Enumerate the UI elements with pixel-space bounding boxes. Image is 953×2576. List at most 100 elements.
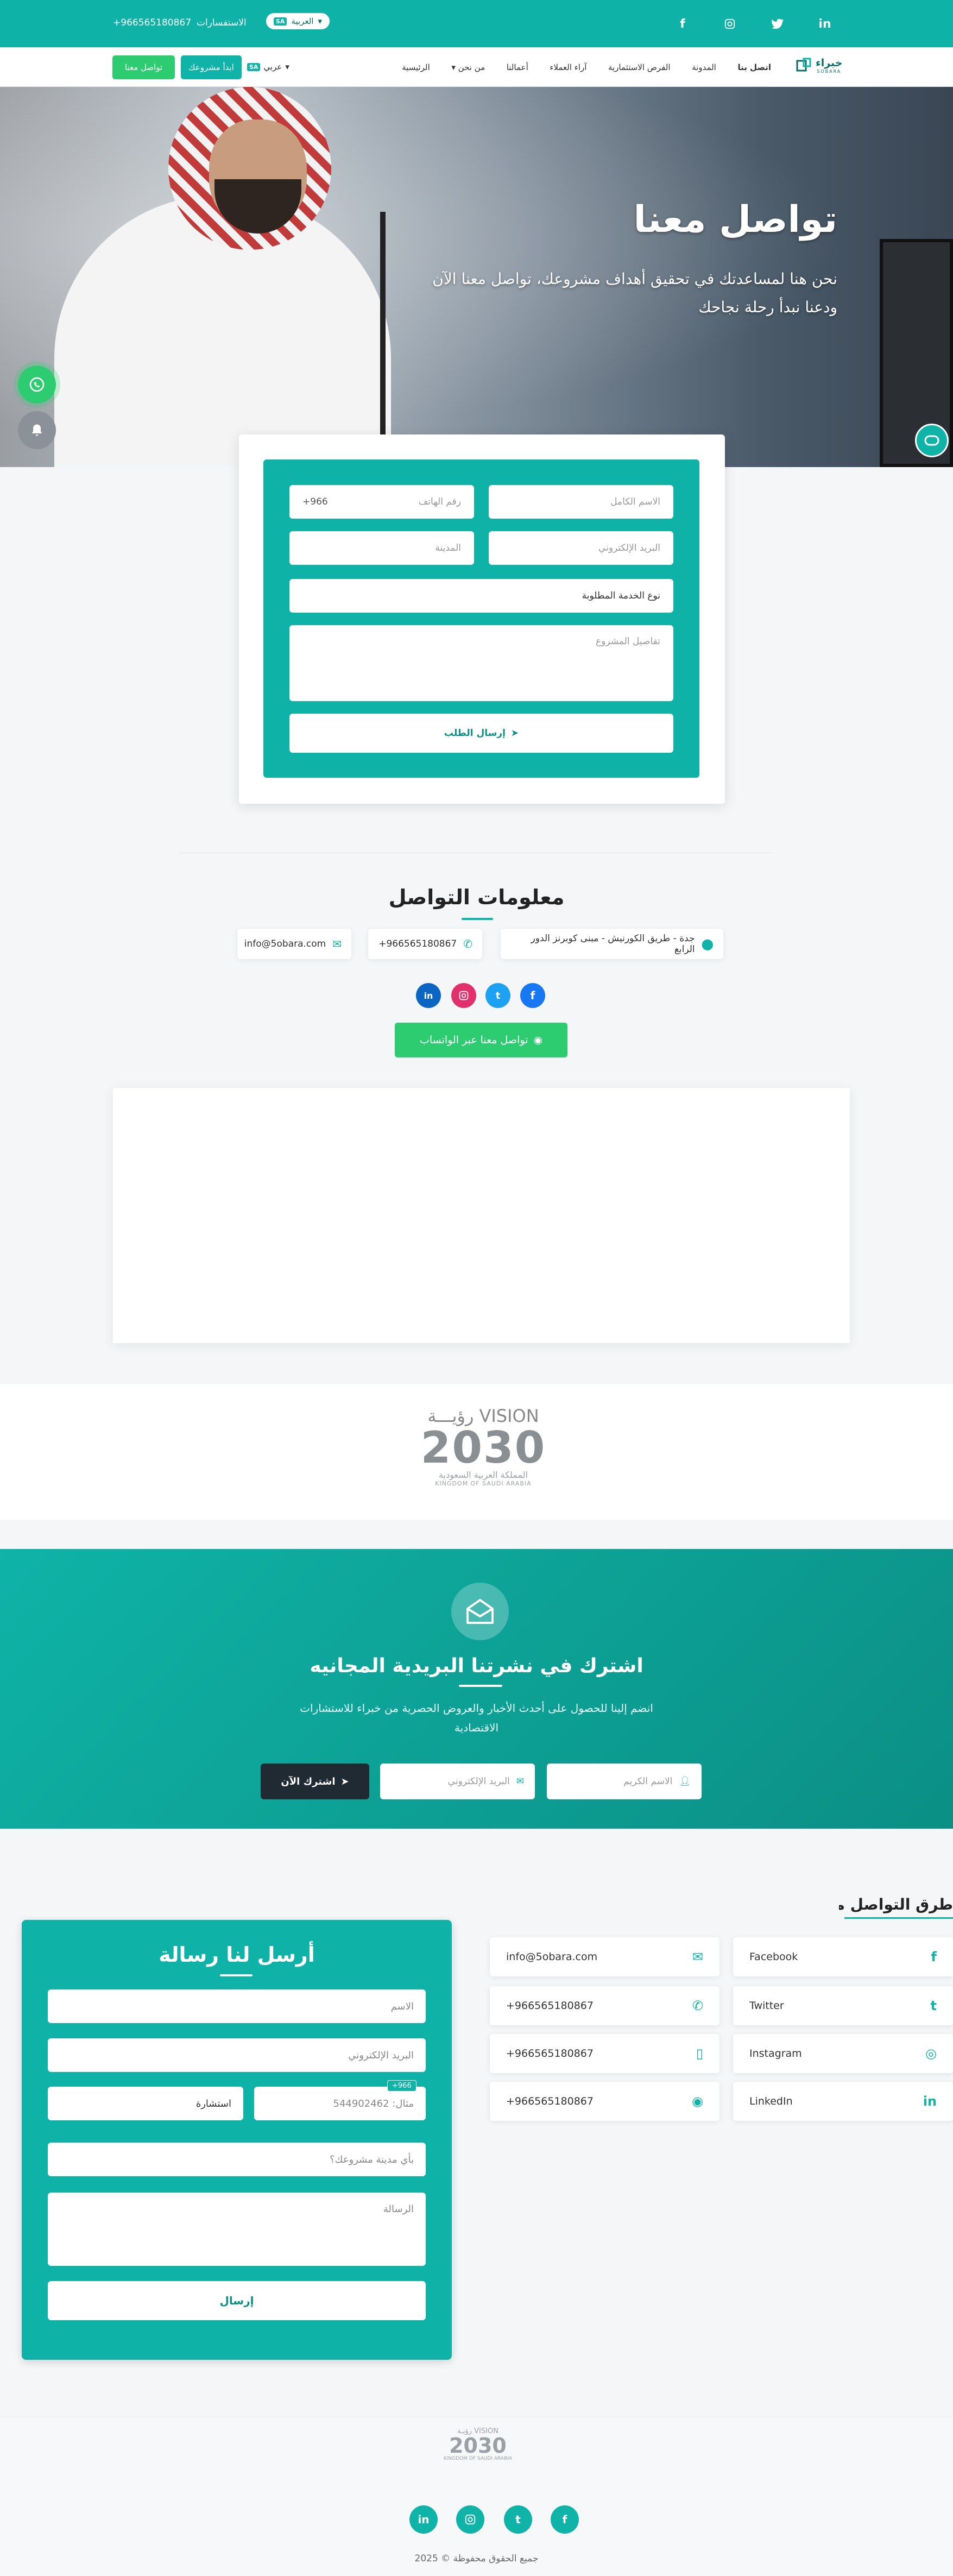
instagram-channel-row[interactable]: ◎ Instagram	[733, 2034, 953, 2073]
linkedin-icon: in	[923, 2094, 937, 2109]
nav-link-works[interactable]: أعمالنا	[507, 62, 528, 72]
phone-code: 966+	[302, 496, 328, 507]
newsletter-name-placeholder: الاسم الكريم	[623, 1776, 673, 1787]
floating-whatsapp-button[interactable]	[18, 366, 56, 404]
send-message-button[interactable]: إرسال	[48, 2281, 426, 2320]
message-name-input[interactable]: الاسم	[48, 1989, 426, 2023]
whatsapp-channel-label: 966565180867+	[506, 2095, 594, 2107]
twitter-channel-row[interactable]: t Twitter	[733, 1986, 953, 2025]
copyright-text: جميع الحقوق محفوظة © 2025	[414, 2553, 539, 2564]
email-channel-row[interactable]: ✉ info@5obara.com	[490, 1937, 720, 1976]
facebook-icon[interactable]: f	[520, 983, 545, 1008]
linkedin-icon[interactable]: in	[416, 983, 441, 1008]
whatsapp-contact-button[interactable]: ◉ تواصل معنا عبر الواتساب	[395, 1023, 567, 1057]
city-input[interactable]: المدينة	[289, 531, 474, 565]
email-text: info@5obara.com	[244, 939, 326, 949]
facebook-label: Facebook	[749, 1951, 798, 1963]
user-icon: 👤︎	[679, 1776, 691, 1787]
envelope-icon: ✉	[332, 937, 342, 950]
vision-kingdom-en: KINGDOM OF SAUDI ARABIA	[435, 1480, 532, 1487]
whatsapp-channel-row[interactable]: ◉ 966565180867+	[490, 2082, 720, 2121]
map-embed[interactable]	[113, 1088, 850, 1343]
email-input[interactable]: البريد الإلكتروني	[489, 531, 673, 565]
footer-twitter-icon[interactable]: t	[504, 2505, 532, 2534]
consult-type-select[interactable]: استشارة	[48, 2087, 243, 2120]
nav-link-testimonials[interactable]: آراء العملاء	[550, 62, 586, 72]
bell-icon	[31, 424, 42, 436]
newsletter-name-input[interactable]: 👤︎ الاسم الكريم	[547, 1763, 702, 1799]
start-project-label: ابدأ مشروعك	[188, 62, 234, 72]
chevron-down-icon: ▾	[451, 62, 456, 72]
footer-instagram-icon[interactable]	[456, 2505, 484, 2534]
twitter-icon[interactable]	[766, 12, 790, 36]
topbar-inquiries-label: الاستفسارات	[197, 17, 247, 28]
nav-link-blog[interactable]: المدونة	[692, 62, 716, 72]
service-type-select[interactable]: نوع الخدمة المطلوبة	[289, 579, 673, 613]
channels-title: طرق التواصل معنا	[839, 1895, 953, 1913]
address-pill: ⬤ جدة - طريق الكورنيش - مبنى كوبرنز الدو…	[501, 929, 723, 959]
footer-linkedin-icon[interactable]: in	[409, 2505, 438, 2534]
mobile-channel-row[interactable]: ▯ 966565180867+	[490, 2034, 720, 2073]
envelope-icon: ✉	[516, 1776, 524, 1787]
address-text: جدة - طريق الكورنيش - مبنى كوبرنز الدور …	[531, 933, 695, 955]
facebook-icon: f	[931, 1949, 937, 1964]
message-phone-code: 966+	[387, 2080, 416, 2092]
phone-icon: ✆	[463, 937, 472, 950]
brand-name: خبراء	[816, 57, 843, 69]
whatsapp-icon: ◉	[692, 2094, 703, 2109]
nav-link-investment[interactable]: الفرص الاستثمارية	[608, 62, 671, 72]
nav-links: الرئيسية من نحن ▾ أعمالنا آراء العملاء ا…	[402, 62, 771, 72]
subscribe-button[interactable]: ➤ اشترك الآن	[261, 1763, 369, 1799]
linkedin-label: LinkedIn	[749, 2095, 793, 2107]
full-name-input[interactable]: الاسم الكامل	[489, 485, 673, 519]
email-pill[interactable]: ✉ info@5obara.com	[237, 929, 351, 959]
contact-us-nav-button[interactable]: تواصل معنا	[112, 55, 175, 79]
phone-pill[interactable]: ✆ 966565180867+	[368, 929, 482, 959]
topbar-phone[interactable]: 966565180867+	[113, 17, 191, 28]
floating-notification-button[interactable]	[18, 411, 56, 449]
vision-2030-logo: VISION رؤيـــة 2030 المملكة العربية السع…	[418, 1406, 548, 1487]
paper-plane-icon: ➤	[340, 1775, 349, 1787]
whatsapp-icon: ◉	[533, 1034, 543, 1046]
email-channel-label: info@5obara.com	[506, 1951, 598, 1963]
language-switcher[interactable]: ▾ العربية SA	[266, 13, 330, 29]
footer-facebook-icon[interactable]: f	[551, 2505, 579, 2534]
start-project-button[interactable]: ابدأ مشروعك	[181, 55, 242, 79]
linkedin-channel-row[interactable]: in LinkedIn	[733, 2082, 953, 2121]
project-details-textarea[interactable]: تفاصيل المشروع	[289, 625, 673, 701]
newsletter-title: اشترك في نشرتنا البريدية المجانيه	[310, 1655, 643, 1677]
instagram-icon[interactable]	[718, 12, 742, 36]
instagram-icon[interactable]	[451, 983, 476, 1008]
linkedin-icon[interactable]: in	[813, 12, 837, 36]
instagram-label: Instagram	[749, 2048, 802, 2059]
paper-plane-icon: ➤	[510, 728, 519, 739]
nav-language-label: عربي	[263, 62, 282, 72]
mobile-channel-label: 966565180867+	[506, 2048, 594, 2059]
facebook-channel-row[interactable]: f Facebook	[733, 1937, 953, 1976]
message-phone-input[interactable]: مثال: 544902462	[254, 2087, 426, 2120]
main-nav: تواصل معنا ابدأ مشروعك ▾ عربي SA الرئيسي…	[0, 47, 953, 87]
floating-chat-button[interactable]	[915, 424, 949, 457]
hero-subtitle-line1: نحن هنا لمساعدتك في تحقيق أهداف مشروعك، …	[432, 270, 837, 288]
message-email-input[interactable]: البريد الإلكتروني	[48, 2038, 426, 2072]
nav-language-select[interactable]: ▾ عربي SA	[247, 62, 289, 72]
nav-link-about[interactable]: من نحن ▾	[451, 62, 485, 72]
nav-link-contact[interactable]: اتصل بنا	[737, 62, 771, 72]
channels-underline	[844, 1917, 953, 1919]
phone-channel-row[interactable]: ✆ 966565180867+	[490, 1986, 720, 2025]
newsletter-email-input[interactable]: ✉ البريد الإلكتروني	[380, 1763, 535, 1799]
phone-input[interactable]: رقم الهاتف 966+	[289, 485, 474, 519]
nav-link-about-label: من نحن	[458, 62, 485, 72]
hero-title: تواصل معنا	[633, 198, 837, 241]
title-underline	[462, 918, 493, 920]
brand-logo[interactable]: خبراء SOBARA	[796, 57, 843, 74]
message-textarea[interactable]: الرسالة	[48, 2193, 426, 2266]
twitter-icon[interactable]: t	[485, 983, 510, 1008]
footer-vision-logo: VISION رؤيـة 2030 KINGDOM OF SAUDI ARABI…	[443, 2427, 513, 2461]
contact-form: الاسم الكامل رقم الهاتف 966+ البريد الإل…	[263, 459, 699, 778]
nav-link-home[interactable]: الرئيسية	[402, 62, 430, 72]
facebook-icon[interactable]: f	[671, 12, 695, 36]
project-city-input[interactable]: بأي مدينة مشروعك؟	[48, 2143, 426, 2176]
submit-request-label: إرسال الطلب	[444, 728, 506, 739]
submit-request-button[interactable]: ➤ إرسال الطلب	[289, 714, 673, 753]
